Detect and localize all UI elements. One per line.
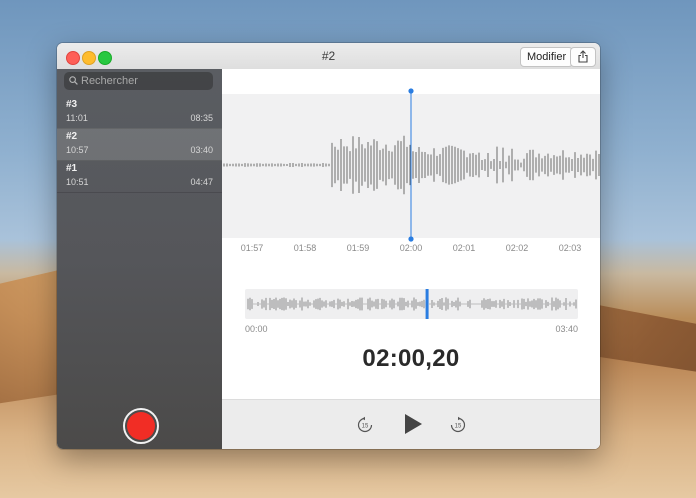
skip-back-15-icon[interactable]: 15 [356, 416, 374, 434]
timeline-label: 01:59 [346, 243, 370, 253]
voice-memos-window: #2 Modifier Rechercher #3 11:01 08:35 #2… [57, 43, 600, 449]
share-button[interactable] [570, 47, 596, 67]
timeline-ruler: 01:57 01:58 01:59 02:00 02:01 02:02 02:0… [222, 243, 600, 263]
svg-text:15: 15 [362, 424, 369, 430]
overview-end-time: 03:40 [555, 324, 578, 334]
skip-forward-15-icon[interactable]: 15 [449, 416, 467, 434]
recording-item-2[interactable]: #2 10:57 03:40 [57, 128, 222, 161]
recording-item-1[interactable]: #1 10:51 04:47 [57, 160, 222, 193]
timeline-label: 02:02 [505, 243, 529, 253]
timeline-label: 02:00 [399, 243, 423, 253]
record-button[interactable] [123, 408, 159, 444]
overview-playhead[interactable] [425, 289, 429, 319]
recording-time: 11:01 [66, 113, 88, 123]
waveform-overview[interactable] [245, 289, 578, 319]
playhead-handle[interactable] [408, 88, 414, 94]
playback-controls: 15 15 [222, 399, 600, 449]
record-icon [127, 412, 155, 440]
waveform-detail-svg [223, 135, 600, 195]
timeline-label: 02:01 [452, 243, 476, 253]
timeline-label: 02:03 [558, 243, 582, 253]
recording-item-3[interactable]: #3 11:01 08:35 [57, 96, 222, 129]
search-input[interactable]: Rechercher [64, 72, 213, 90]
svg-text:15: 15 [455, 424, 462, 430]
timeline-label: 01:57 [240, 243, 264, 253]
recording-time: 10:51 [66, 177, 89, 187]
search-placeholder: Rechercher [81, 75, 138, 87]
recordings-sidebar: Rechercher #3 11:01 08:35 #2 10:57 03:40… [57, 69, 222, 449]
title-bar: #2 Modifier [57, 43, 600, 70]
recording-title: #2 [66, 131, 78, 142]
recording-title: #3 [66, 99, 78, 110]
magnifying-glass-icon [69, 76, 78, 85]
recording-time: 10:57 [66, 145, 89, 155]
recording-duration: 04:47 [190, 177, 213, 187]
recording-duration: 03:40 [190, 145, 213, 155]
waveform-overview-svg [247, 289, 577, 319]
window-title: #2 [321, 49, 336, 63]
current-time: 02:00,20 [362, 345, 460, 372]
timeline-label: 01:58 [293, 243, 317, 253]
overview-start-time: 00:00 [245, 324, 268, 334]
recording-duration: 08:35 [190, 113, 213, 123]
player-pane: 01:57 01:58 01:59 02:00 02:01 02:02 02:0… [222, 69, 600, 449]
play-icon[interactable] [403, 413, 423, 435]
modifier-button[interactable]: Modifier [520, 47, 574, 67]
recording-title: #1 [66, 163, 78, 174]
waveform-detail[interactable] [222, 94, 600, 238]
share-icon [578, 50, 588, 63]
